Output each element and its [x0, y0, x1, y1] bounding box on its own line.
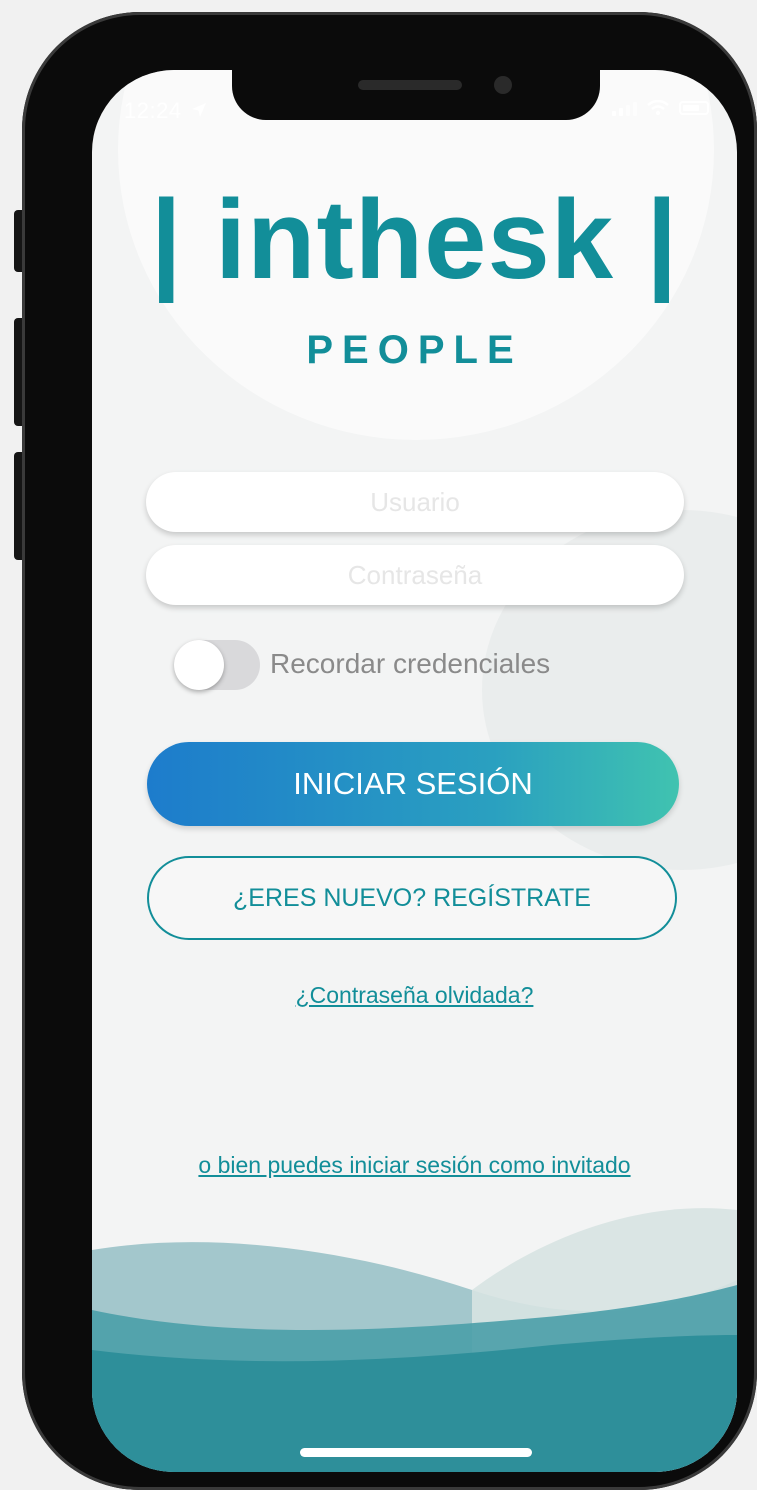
forgot-password-link[interactable]: ¿Contraseña olvidada? [92, 982, 737, 1009]
home-indicator[interactable] [300, 1448, 532, 1457]
password-input[interactable] [146, 545, 684, 605]
remember-credentials-label: Recordar credenciales [270, 648, 551, 679]
notch [232, 70, 600, 120]
cellular-signal-icon [612, 100, 637, 116]
login-button[interactable]: INICIAR SESIÓN [147, 742, 679, 826]
remember-credentials-toggle[interactable] [174, 640, 260, 690]
app-logo: | inthesk | [150, 177, 679, 302]
toggle-knob [174, 640, 224, 690]
username-input[interactable] [146, 472, 684, 532]
app-subtitle: PEOPLE [306, 328, 523, 372]
location-arrow-icon [192, 103, 207, 117]
phone-frame: 12:24 | inthesk | PEOPLE Recordar [22, 12, 757, 1490]
time-label: 12:24 [124, 98, 182, 123]
app-screen: 12:24 | inthesk | PEOPLE Recordar [92, 70, 737, 1472]
speaker [358, 80, 462, 90]
front-camera [494, 76, 512, 94]
wifi-icon [647, 100, 669, 116]
wave-decoration [92, 1208, 737, 1472]
battery-icon [679, 101, 709, 115]
status-bar-icons [612, 100, 709, 116]
status-bar-time: 12:24 [124, 98, 208, 124]
register-button[interactable]: ¿ERES NUEVO? REGÍSTRATE [147, 856, 677, 940]
